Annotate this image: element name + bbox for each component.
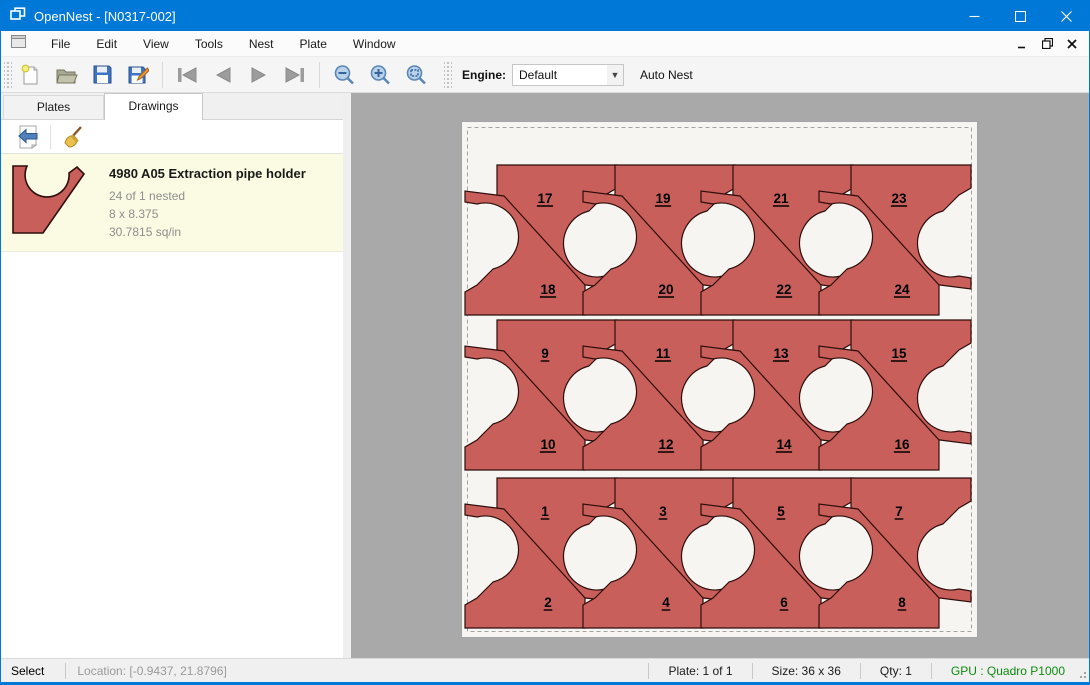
part-number[interactable]: 22 <box>776 282 791 297</box>
drawing-title: 4980 A05 Extraction pipe holder <box>109 162 306 187</box>
tab-drawings[interactable]: Drawings <box>104 93 203 120</box>
window-title: OpenNest - [N0317-002] <box>34 9 176 24</box>
menu-bar: FileEditViewToolsNestPlateWindow <box>1 31 1089 57</box>
mdi-close-button[interactable] <box>1061 33 1083 55</box>
status-separator <box>752 663 753 679</box>
menu-edit[interactable]: Edit <box>83 32 130 56</box>
part-number[interactable]: 21 <box>773 191 789 206</box>
part-number[interactable]: 6 <box>780 595 788 610</box>
nest-canvas[interactable]: 171819202122232491011121314151612345678 <box>351 93 1089 658</box>
import-drawing-button[interactable] <box>13 123 43 151</box>
mdi-restore-button[interactable] <box>1036 33 1058 55</box>
close-button[interactable] <box>1043 1 1089 31</box>
menu-view[interactable]: View <box>130 32 182 56</box>
part-number[interactable]: 20 <box>658 282 673 297</box>
status-qty: Qty: 1 <box>868 664 924 678</box>
status-gpu: GPU : Quadro P1000 <box>939 664 1075 678</box>
drawing-area: 30.7815 sq/in <box>109 223 306 241</box>
toolbar: Engine: Default ▼ Auto Nest <box>1 57 1089 93</box>
menu-window[interactable]: Window <box>340 32 409 56</box>
part-number[interactable]: 7 <box>895 504 903 519</box>
status-mode: Select <box>1 664 58 678</box>
panel-toolbar <box>1 120 343 154</box>
toolbar-grip[interactable] <box>4 62 12 88</box>
status-separator <box>860 663 861 679</box>
part-number[interactable]: 18 <box>540 282 556 297</box>
part-number[interactable]: 5 <box>777 504 785 519</box>
part-number[interactable]: 24 <box>894 282 910 297</box>
minimize-button[interactable] <box>951 1 997 31</box>
drawing-size: 8 x 8.375 <box>109 205 306 223</box>
status-separator <box>65 663 66 679</box>
app-icon <box>10 7 26 26</box>
part-number[interactable]: 12 <box>658 437 673 452</box>
zoom-in-button[interactable] <box>364 60 396 90</box>
status-location: Location: [-0.9437, 21.8796] <box>73 664 226 678</box>
part-thumbnail <box>11 162 95 236</box>
part-number[interactable]: 9 <box>541 346 549 361</box>
new-file-button[interactable] <box>14 60 46 90</box>
status-separator <box>648 663 649 679</box>
engine-value: Default <box>513 68 607 82</box>
part-number[interactable]: 15 <box>891 346 907 361</box>
part-number[interactable]: 19 <box>655 191 670 206</box>
toolbar-separator <box>319 62 320 88</box>
engine-label: Engine: <box>462 68 506 82</box>
plate[interactable]: 171819202122232491011121314151612345678 <box>462 122 977 637</box>
part-number[interactable]: 23 <box>891 191 907 206</box>
part-number[interactable]: 2 <box>544 595 552 610</box>
part-number[interactable]: 16 <box>894 437 910 452</box>
part-number[interactable]: 14 <box>776 437 792 452</box>
mdi-minimize-button[interactable] <box>1011 33 1033 55</box>
open-file-button[interactable] <box>50 60 82 90</box>
maximize-button[interactable] <box>997 1 1043 31</box>
status-plate: Plate: 1 of 1 <box>656 664 744 678</box>
zoom-out-button[interactable] <box>328 60 360 90</box>
drawing-list-item[interactable]: 4980 A05 Extraction pipe holder 24 of 1 … <box>1 154 343 252</box>
menu-plate[interactable]: Plate <box>287 32 340 56</box>
save-button[interactable] <box>86 60 118 90</box>
part-number[interactable]: 3 <box>659 504 667 519</box>
status-bar: Select Location: [-0.9437, 21.8796] Plat… <box>1 658 1089 682</box>
app-window: OpenNest - [N0317-002] FileEditViewTools… <box>0 0 1090 685</box>
engine-toolbar-grip[interactable] <box>444 62 452 88</box>
panel-splitter[interactable] <box>343 93 351 658</box>
last-plate-button[interactable] <box>279 60 311 90</box>
part-number[interactable]: 13 <box>773 346 789 361</box>
toolbar-separator <box>162 62 163 88</box>
previous-plate-button[interactable] <box>207 60 239 90</box>
status-size: Size: 36 x 36 <box>760 664 853 678</box>
part-number[interactable]: 1 <box>541 504 549 519</box>
drawing-nested-count: 24 of 1 nested <box>109 187 306 205</box>
chevron-down-icon[interactable]: ▼ <box>607 65 623 85</box>
menu-file[interactable]: File <box>38 32 83 56</box>
status-separator <box>931 663 932 679</box>
menu-nest[interactable]: Nest <box>236 32 287 56</box>
next-plate-button[interactable] <box>243 60 275 90</box>
part-number[interactable]: 10 <box>540 437 555 452</box>
first-plate-button[interactable] <box>171 60 203 90</box>
part-number[interactable]: 8 <box>898 595 906 610</box>
menu-tools[interactable]: Tools <box>182 32 236 56</box>
clear-drawings-button[interactable] <box>58 123 88 151</box>
panel-tabs: Plates Drawings <box>1 93 343 120</box>
title-bar: OpenNest - [N0317-002] <box>1 1 1089 31</box>
auto-nest-button[interactable]: Auto Nest <box>630 63 703 87</box>
part-number[interactable]: 11 <box>656 346 671 361</box>
engine-select[interactable]: Default ▼ <box>512 64 624 86</box>
save-as-button[interactable] <box>122 60 154 90</box>
drawings-panel: Plates Drawings <box>1 93 343 658</box>
resize-grip[interactable] <box>1075 661 1089 681</box>
document-icon[interactable] <box>11 35 26 53</box>
panel-toolbar-separator <box>50 125 51 149</box>
part-number[interactable]: 4 <box>662 595 670 610</box>
tab-plates[interactable]: Plates <box>3 95 104 119</box>
zoom-extents-button[interactable] <box>400 60 432 90</box>
part-number[interactable]: 17 <box>537 191 552 206</box>
